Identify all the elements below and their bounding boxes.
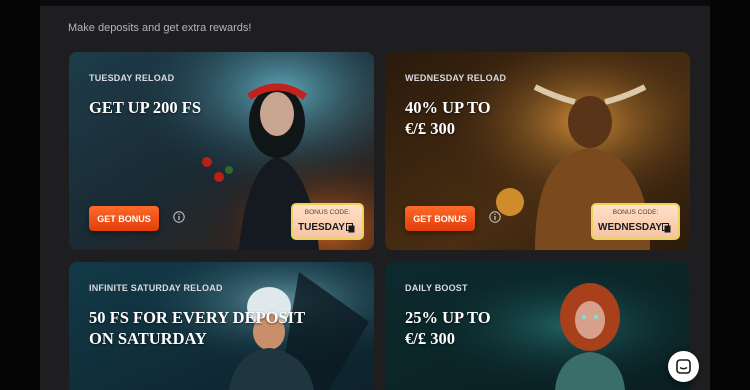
promo-card-wednesday: WEDNESDAY RELOAD 40% UP TO €/£ 300 GET B… xyxy=(385,52,690,250)
card-headline: GET UP 200 FS xyxy=(89,98,202,117)
bonus-code-value: WEDNESDAY xyxy=(598,222,663,233)
card-headline: 50 FS FOR EVERY DEPOSIT ON SATURDAY xyxy=(89,308,306,348)
card-headline: 25% UP TO €/£ 300 xyxy=(405,308,491,348)
bonus-code-box[interactable]: BONUS CODE: TUESDAY xyxy=(291,203,364,240)
bonus-code-label: BONUS CODE: xyxy=(612,209,659,216)
promo-card-daily-boost: DAILY BOOST 25% UP TO €/£ 300 xyxy=(385,262,690,390)
left-backdrop xyxy=(0,0,40,390)
card-headline: 40% UP TO €/£ 300 xyxy=(405,98,491,138)
get-bonus-button[interactable]: GET BONUS xyxy=(405,206,475,231)
info-icon[interactable] xyxy=(489,211,501,223)
copy-icon[interactable] xyxy=(346,223,355,233)
chat-icon xyxy=(676,359,691,374)
promo-card-tuesday: TUESDAY RELOAD GET UP 200 FS GET BONUS B… xyxy=(69,52,374,250)
promotions-subtitle: Make deposits and get extra rewards! xyxy=(68,22,252,34)
get-bonus-button[interactable]: GET BONUS xyxy=(89,206,159,231)
right-backdrop xyxy=(710,0,750,390)
promo-card-saturday: INFINITE SATURDAY RELOAD 50 FS FOR EVERY… xyxy=(69,262,374,390)
card-label: INFINITE SATURDAY RELOAD xyxy=(89,283,223,293)
card-label: DAILY BOOST xyxy=(405,283,468,293)
card-label: WEDNESDAY RELOAD xyxy=(405,73,507,83)
bonus-code-value: TUESDAY xyxy=(298,222,345,233)
bonus-code-label: BONUS CODE: xyxy=(304,209,351,216)
copy-icon[interactable] xyxy=(662,223,671,233)
chat-button[interactable] xyxy=(668,351,699,382)
info-icon[interactable] xyxy=(173,211,185,223)
card-label: TUESDAY RELOAD xyxy=(89,73,175,83)
bonus-code-box[interactable]: BONUS CODE: WEDNESDAY xyxy=(591,203,680,240)
